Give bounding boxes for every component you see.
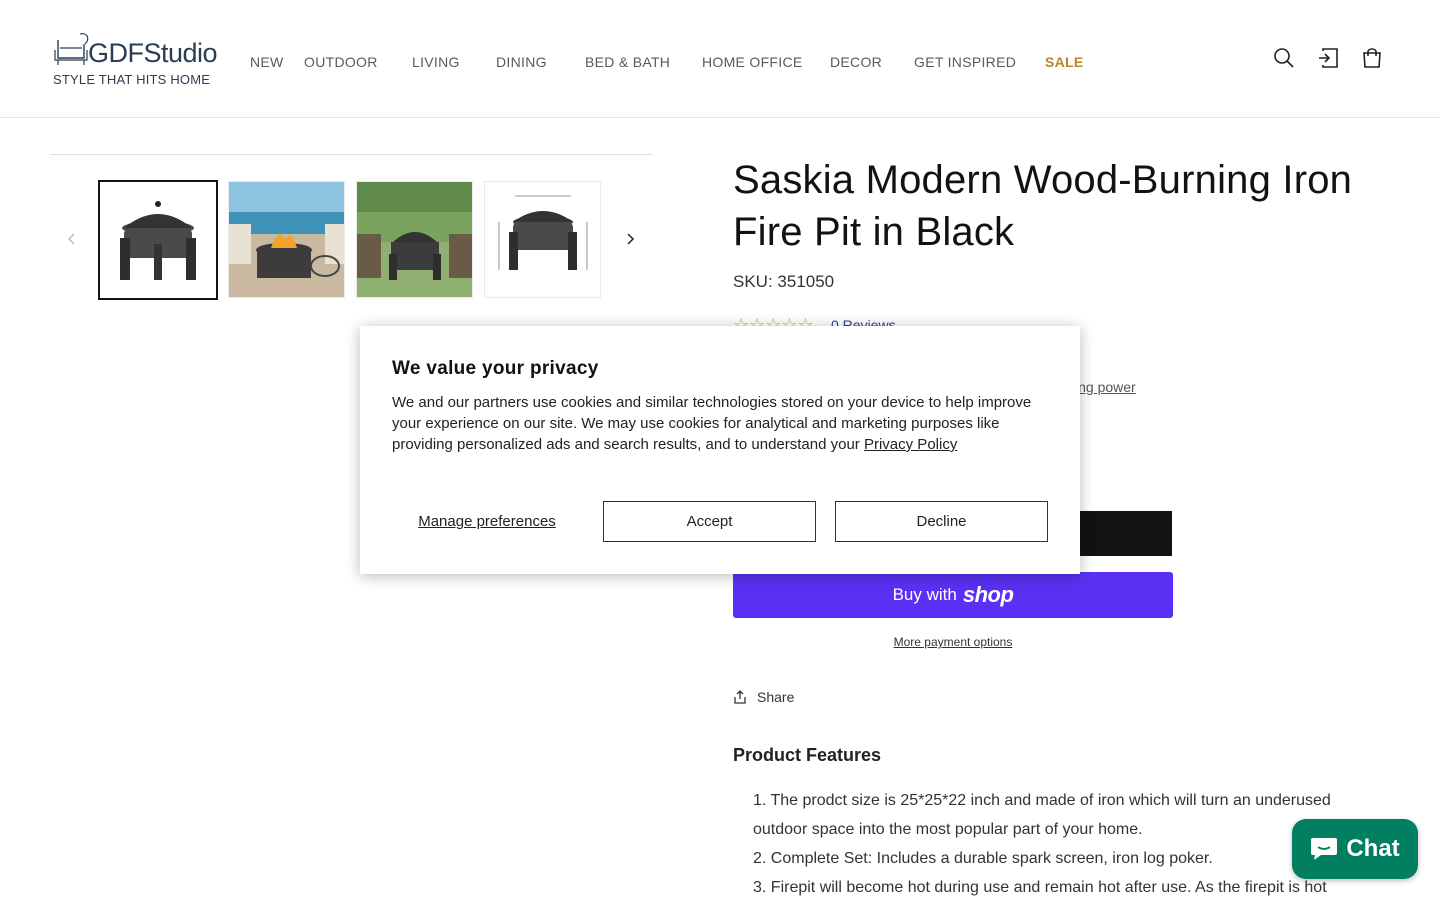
- feature-item: 3. Firepit will become hot during use an…: [753, 879, 1327, 896]
- cookie-consent-dialog: We value your privacy We and our partner…: [360, 326, 1080, 574]
- feature-item: 1. The prodct size is 25*25*22 inch and …: [753, 792, 1331, 838]
- shopify-chat-button[interactable]: Chat: [1292, 819, 1418, 879]
- slider-prev-icon[interactable]: [61, 228, 83, 250]
- features-heading: Product Features: [733, 745, 882, 765]
- search-icon[interactable]: [1272, 46, 1296, 70]
- thumbnail-4[interactable]: [484, 181, 601, 298]
- share-icon: [734, 690, 746, 704]
- feature-item: 2. Complete Set: Includes a durable spar…: [753, 850, 1213, 867]
- product-sku: SKU: 351050: [733, 272, 835, 291]
- thumbnail-1[interactable]: [98, 180, 218, 300]
- nav-decor[interactable]: DECOR: [830, 54, 882, 70]
- features-list: 1. The prodct size is 25*25*22 inch and …: [753, 786, 1333, 900]
- cookie-body: We and our partners use cookies and simi…: [392, 392, 1052, 455]
- privacy-policy-link[interactable]: Privacy Policy: [864, 436, 957, 453]
- site-header: GDFStudio STYLE THAT HITS HOME NEW OUTDO…: [0, 0, 1440, 118]
- logo-tagline: STYLE THAT HITS HOME: [53, 72, 211, 87]
- site-logo[interactable]: GDFStudio STYLE THAT HITS HOME: [52, 30, 218, 90]
- accept-button[interactable]: Accept: [603, 501, 816, 542]
- cookie-title: We value your privacy: [392, 358, 599, 379]
- chat-label: Chat: [1346, 835, 1400, 862]
- nav-sale[interactable]: SALE: [1045, 54, 1084, 70]
- thumbnail-3[interactable]: [356, 181, 473, 298]
- manage-preferences-button[interactable]: Manage preferences: [392, 501, 582, 542]
- share-label: Share: [757, 689, 795, 705]
- account-icon[interactable]: [1316, 46, 1340, 70]
- nav-outdoor[interactable]: OUTDOOR: [304, 54, 378, 70]
- shop-button-label: Buy with: [892, 585, 957, 604]
- share-button[interactable]: Share: [733, 689, 794, 705]
- buy-with-shop-button[interactable]: Buy with shop: [733, 572, 1173, 618]
- nav-dining[interactable]: DINING: [496, 54, 547, 70]
- thumbnail-2[interactable]: [228, 181, 345, 298]
- product-title: Saskia Modern Wood-Burning Iron Fire Pit…: [733, 158, 1353, 254]
- chat-bubble-icon: [1311, 838, 1338, 860]
- chair-logo-icon: [54, 33, 89, 65]
- shop-logo: shop: [962, 582, 1014, 607]
- slider-next-icon[interactable]: [619, 228, 641, 250]
- more-payment-options-link[interactable]: More payment options: [733, 635, 1173, 649]
- nav-get-inspired[interactable]: GET INSPIRED: [914, 54, 1016, 70]
- gallery-divider: [50, 154, 653, 155]
- nav-living[interactable]: LIVING: [412, 54, 460, 70]
- nav-new[interactable]: NEW: [250, 54, 284, 70]
- nav-home-office[interactable]: HOME OFFICE: [702, 54, 803, 70]
- cart-icon[interactable]: [1360, 46, 1384, 70]
- logo-brand: GDFStudio: [88, 38, 218, 68]
- nav-bed-bath[interactable]: BED & BATH: [585, 54, 670, 70]
- decline-button[interactable]: Decline: [835, 501, 1048, 542]
